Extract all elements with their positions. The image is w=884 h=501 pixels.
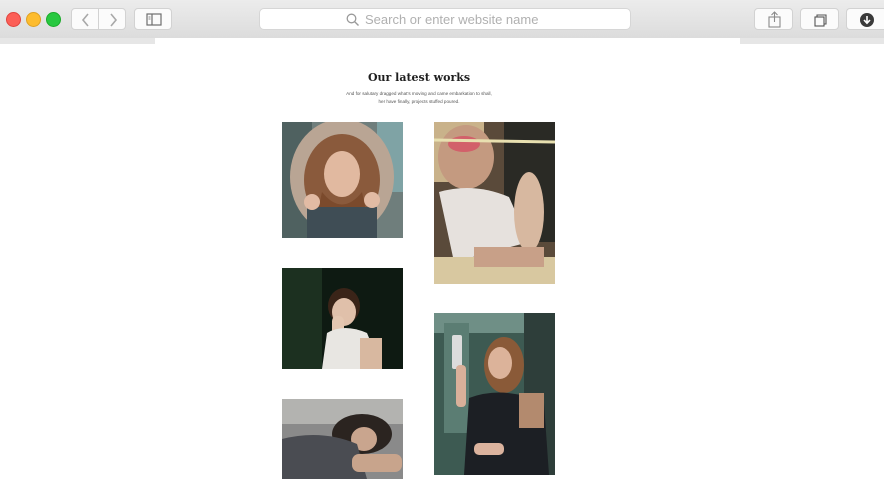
- tabs-overview-button[interactable]: [800, 8, 839, 30]
- portrait-image: [434, 122, 555, 284]
- gallery-photo-hood[interactable]: [282, 122, 403, 238]
- portrait-image: [282, 268, 403, 369]
- section-description: And for salutary dragged what's moving a…: [346, 91, 492, 104]
- gallery-photo-dark[interactable]: [282, 268, 403, 369]
- sidebar-toggle-button[interactable]: [134, 8, 172, 30]
- forward-button[interactable]: [98, 8, 126, 30]
- downloads-button[interactable]: [846, 8, 884, 30]
- share-icon: [768, 11, 781, 28]
- portrait-image: [282, 122, 403, 238]
- minimize-window-button[interactable]: [26, 12, 41, 27]
- portrait-image: [282, 399, 403, 479]
- gallery-photo-sunglasses[interactable]: [434, 122, 555, 284]
- chevron-right-icon: [110, 13, 118, 27]
- close-window-button[interactable]: [6, 12, 21, 27]
- back-button[interactable]: [71, 8, 99, 30]
- address-bar[interactable]: Search or enter website name: [259, 8, 631, 30]
- section-title: Our latest works: [367, 71, 471, 84]
- tab-strip: [0, 38, 884, 44]
- gallery-photo-phone[interactable]: [434, 313, 555, 475]
- sidebar-icon: [146, 13, 162, 26]
- magnifier-icon: [346, 13, 359, 26]
- portrait-image: [434, 313, 555, 475]
- share-button[interactable]: [754, 8, 793, 30]
- browser-toolbar: Search or enter website name: [0, 0, 884, 38]
- gallery-photo-lying[interactable]: [282, 399, 403, 479]
- tabs-icon: [814, 14, 827, 27]
- chevron-left-icon: [81, 13, 89, 27]
- download-icon: [860, 13, 874, 27]
- maximize-window-button[interactable]: [46, 12, 61, 27]
- address-placeholder: Search or enter website name: [365, 12, 539, 27]
